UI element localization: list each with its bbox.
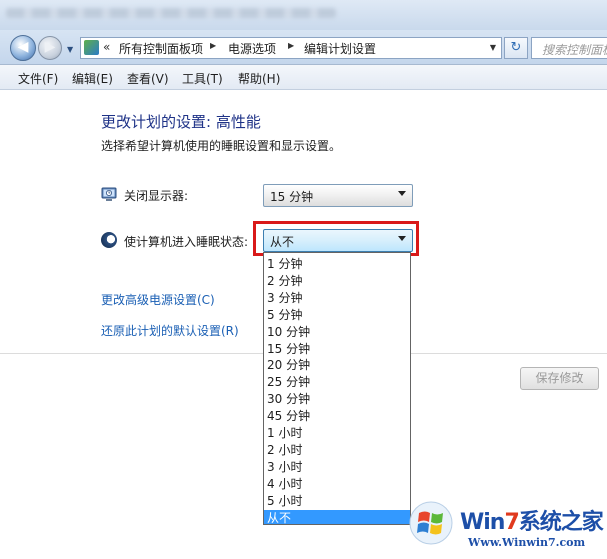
page-subtitle: 选择希望计算机使用的睡眠设置和显示设置。 bbox=[101, 139, 342, 153]
address-dropdown-icon[interactable]: ▼ bbox=[490, 43, 496, 52]
sleep-option[interactable]: 15 分钟 bbox=[264, 341, 410, 357]
address-bar[interactable]: « 所有控制面板项 ▶ 电源选项 ▶ 编辑计划设置 ▼ bbox=[80, 37, 502, 59]
annotation-highlight-box bbox=[253, 221, 419, 256]
window-title-bar bbox=[0, 0, 607, 30]
back-button[interactable]: ◀ bbox=[10, 35, 36, 61]
control-panel-icon bbox=[84, 40, 99, 55]
sleep-moon-icon bbox=[101, 232, 117, 248]
recent-pages-dropdown-icon[interactable]: ▼ bbox=[67, 45, 73, 54]
breadcrumb-item[interactable]: 编辑计划设置 bbox=[304, 40, 376, 57]
menu-tools[interactable]: 工具(T) bbox=[182, 70, 223, 87]
watermark-url: Www.Winwin7.com bbox=[468, 536, 586, 549]
restore-defaults-link[interactable]: 还原此计划的默认设置(R) bbox=[101, 322, 239, 339]
sleep-option[interactable]: 10 分钟 bbox=[264, 324, 410, 340]
refresh-button[interactable]: ↻ bbox=[504, 37, 528, 59]
display-clock-icon bbox=[101, 187, 117, 201]
sleep-label: 使计算机进入睡眠状态: bbox=[124, 235, 249, 249]
save-changes-button[interactable]: 保存修改 bbox=[520, 367, 599, 390]
display-off-label: 关闭显示器: bbox=[124, 189, 189, 203]
sleep-option[interactable]: 25 分钟 bbox=[264, 374, 410, 390]
page-title: 更改计划的设置: 高性能 bbox=[101, 113, 261, 131]
sleep-options-list[interactable]: 1 分钟 2 分钟 3 分钟 5 分钟 10 分钟 15 分钟 20 分钟 25 分钟 30 分… bbox=[263, 252, 411, 525]
sleep-option[interactable]: 45 分钟 bbox=[264, 408, 410, 424]
sleep-option[interactable]: 4 小时 bbox=[264, 476, 410, 492]
watermark: Win7系统之家 Www.Winwin7.com bbox=[408, 500, 607, 559]
sleep-option[interactable]: 20 分钟 bbox=[264, 357, 410, 373]
breadcrumb-overflow-icon[interactable]: « bbox=[103, 40, 110, 54]
advanced-power-settings-link[interactable]: 更改高级电源设置(C) bbox=[101, 291, 215, 308]
search-input[interactable]: 搜索控制面板 bbox=[531, 37, 607, 59]
sleep-option[interactable]: 5 分钟 bbox=[264, 307, 410, 323]
forward-button[interactable]: ▶ bbox=[38, 36, 62, 60]
chevron-down-icon bbox=[398, 191, 406, 196]
menu-help[interactable]: 帮助(H) bbox=[238, 70, 280, 87]
windows-logo-icon bbox=[409, 501, 453, 545]
sleep-option[interactable]: 30 分钟 bbox=[264, 391, 410, 407]
menu-edit[interactable]: 编辑(E) bbox=[72, 70, 113, 87]
sleep-option[interactable]: 1 小时 bbox=[264, 425, 410, 441]
sleep-option[interactable]: 3 分钟 bbox=[264, 290, 410, 306]
blurred-title bbox=[6, 8, 336, 18]
chevron-right-icon[interactable]: ▶ bbox=[210, 41, 216, 50]
menu-file[interactable]: 文件(F) bbox=[18, 70, 58, 87]
sleep-option[interactable]: 2 小时 bbox=[264, 442, 410, 458]
watermark-brand: Win7系统之家 bbox=[460, 510, 604, 535]
breadcrumb-item[interactable]: 所有控制面板项 bbox=[119, 40, 203, 57]
search-placeholder: 搜索控制面板 bbox=[542, 43, 607, 57]
chevron-right-icon[interactable]: ▶ bbox=[288, 41, 294, 50]
display-off-select[interactable]: 15 分钟 bbox=[263, 184, 413, 207]
display-off-value: 15 分钟 bbox=[270, 190, 314, 204]
breadcrumb-item[interactable]: 电源选项 bbox=[228, 40, 276, 57]
sleep-option[interactable]: 5 小时 bbox=[264, 493, 410, 509]
sleep-option[interactable]: 从不 bbox=[264, 510, 410, 524]
sleep-option[interactable]: 2 分钟 bbox=[264, 273, 410, 289]
sleep-option[interactable]: 1 分钟 bbox=[264, 256, 410, 272]
menu-view[interactable]: 查看(V) bbox=[127, 70, 169, 87]
sleep-option[interactable]: 3 小时 bbox=[264, 459, 410, 475]
